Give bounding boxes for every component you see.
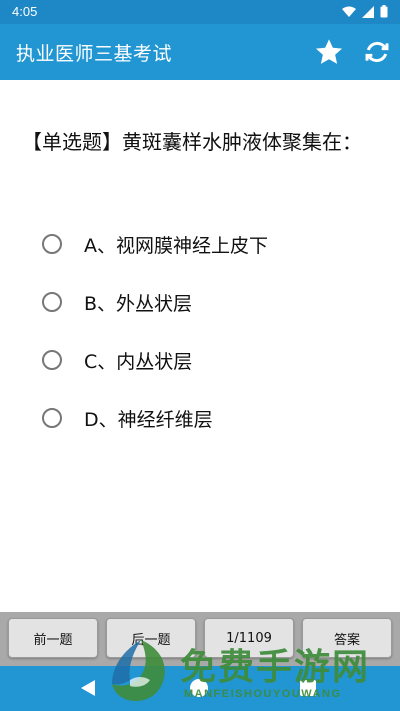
option-a-label: A、视网膜神经上皮下 [84,234,268,257]
battery-icon [380,5,388,18]
bottom-button-bar: 前一题 后一题 1/1109 答案 [0,612,400,666]
answer-button[interactable]: 答案 [302,618,392,658]
home-icon[interactable] [190,679,208,697]
radio-b[interactable] [42,292,62,312]
star-icon [315,39,343,64]
radio-a[interactable] [42,234,62,254]
option-a[interactable]: A、视网膜神经上皮下 [42,228,268,260]
radio-d[interactable] [42,408,62,428]
recent-apps-icon[interactable] [300,680,316,696]
status-bar: 4:05 [0,0,400,24]
option-b[interactable]: B、外丛状层 [42,286,192,318]
favorite-button[interactable] [313,36,345,68]
prev-question-button[interactable]: 前一题 [8,618,98,658]
signal-icon [362,5,374,18]
app-bar: 执业医师三基考试 [0,24,400,80]
status-time: 4:05 [12,4,38,19]
system-navigation-bar [0,666,400,711]
refresh-icon [365,41,389,63]
radio-c[interactable] [42,350,62,370]
status-icons [342,5,388,18]
option-d[interactable]: D、神经纤维层 [42,402,213,434]
question-counter-button[interactable]: 1/1109 [204,618,294,658]
question-text: 【单选题】黄斑囊样水肿液体聚集在： [22,130,362,154]
option-d-label: D、神经纤维层 [84,408,213,431]
option-c[interactable]: C、内丛状层 [42,344,192,376]
option-b-label: B、外丛状层 [84,292,193,315]
option-c-label: C、内丛状层 [84,350,193,373]
refresh-button[interactable] [361,36,393,68]
wifi-icon [342,6,356,17]
back-icon[interactable] [80,679,96,697]
app-title: 执业医师三基考试 [16,43,173,65]
next-question-button[interactable]: 后一题 [106,618,196,658]
